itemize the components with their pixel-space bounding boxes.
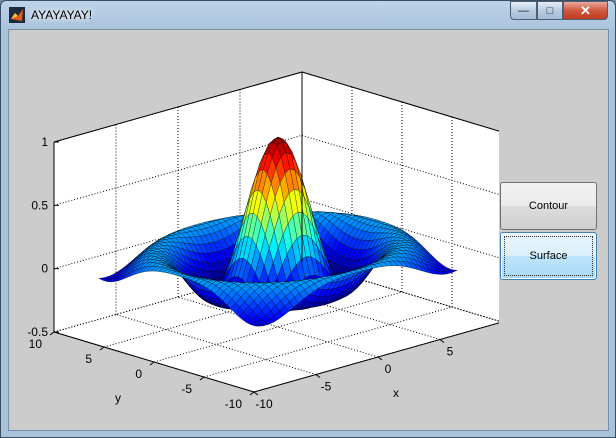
contour-button[interactable]: Contour xyxy=(500,182,597,230)
surface-button[interactable]: Surface xyxy=(500,232,597,280)
y-tick-label: 0 xyxy=(135,367,142,381)
y-tick-label: -5 xyxy=(181,382,192,396)
x-tick-label: 5 xyxy=(447,345,454,359)
minimize-button[interactable]: — xyxy=(510,1,537,20)
maximize-button[interactable]: □ xyxy=(537,1,563,20)
matlab-logo-icon xyxy=(9,7,25,23)
figure-window: AYAYAYAY! — □ ✕ -10-50510-10-50510-0.500… xyxy=(0,0,616,438)
y-tick-label: 5 xyxy=(85,352,92,366)
x-tick-label: 0 xyxy=(385,362,392,376)
maximize-icon: □ xyxy=(546,4,554,17)
y-tick-label: 10 xyxy=(29,337,43,351)
y-axis-label: y xyxy=(115,391,121,405)
x-tick-label: -10 xyxy=(255,397,273,411)
z-tick-label: 0.5 xyxy=(31,198,48,212)
close-icon: ✕ xyxy=(580,2,591,18)
close-button[interactable]: ✕ xyxy=(563,1,608,20)
z-tick-label: -0.5 xyxy=(27,325,48,339)
x-axis-label: x xyxy=(393,386,399,400)
z-tick-label: 1 xyxy=(41,135,48,149)
x-tick-label: -5 xyxy=(321,380,332,394)
minimize-icon: — xyxy=(518,4,529,17)
window-title: AYAYAYAY! xyxy=(31,8,93,22)
title-bar[interactable]: AYAYAYAY! — □ ✕ xyxy=(1,1,615,29)
y-tick-label: -10 xyxy=(225,397,243,411)
figure-client-area: -10-50510-10-50510-0.500.51 x y Contour … xyxy=(8,29,609,431)
z-tick-label: 0 xyxy=(41,262,48,276)
surface-plot-axes[interactable]: -10-50510-10-50510-0.500.51 x y xyxy=(9,30,499,430)
